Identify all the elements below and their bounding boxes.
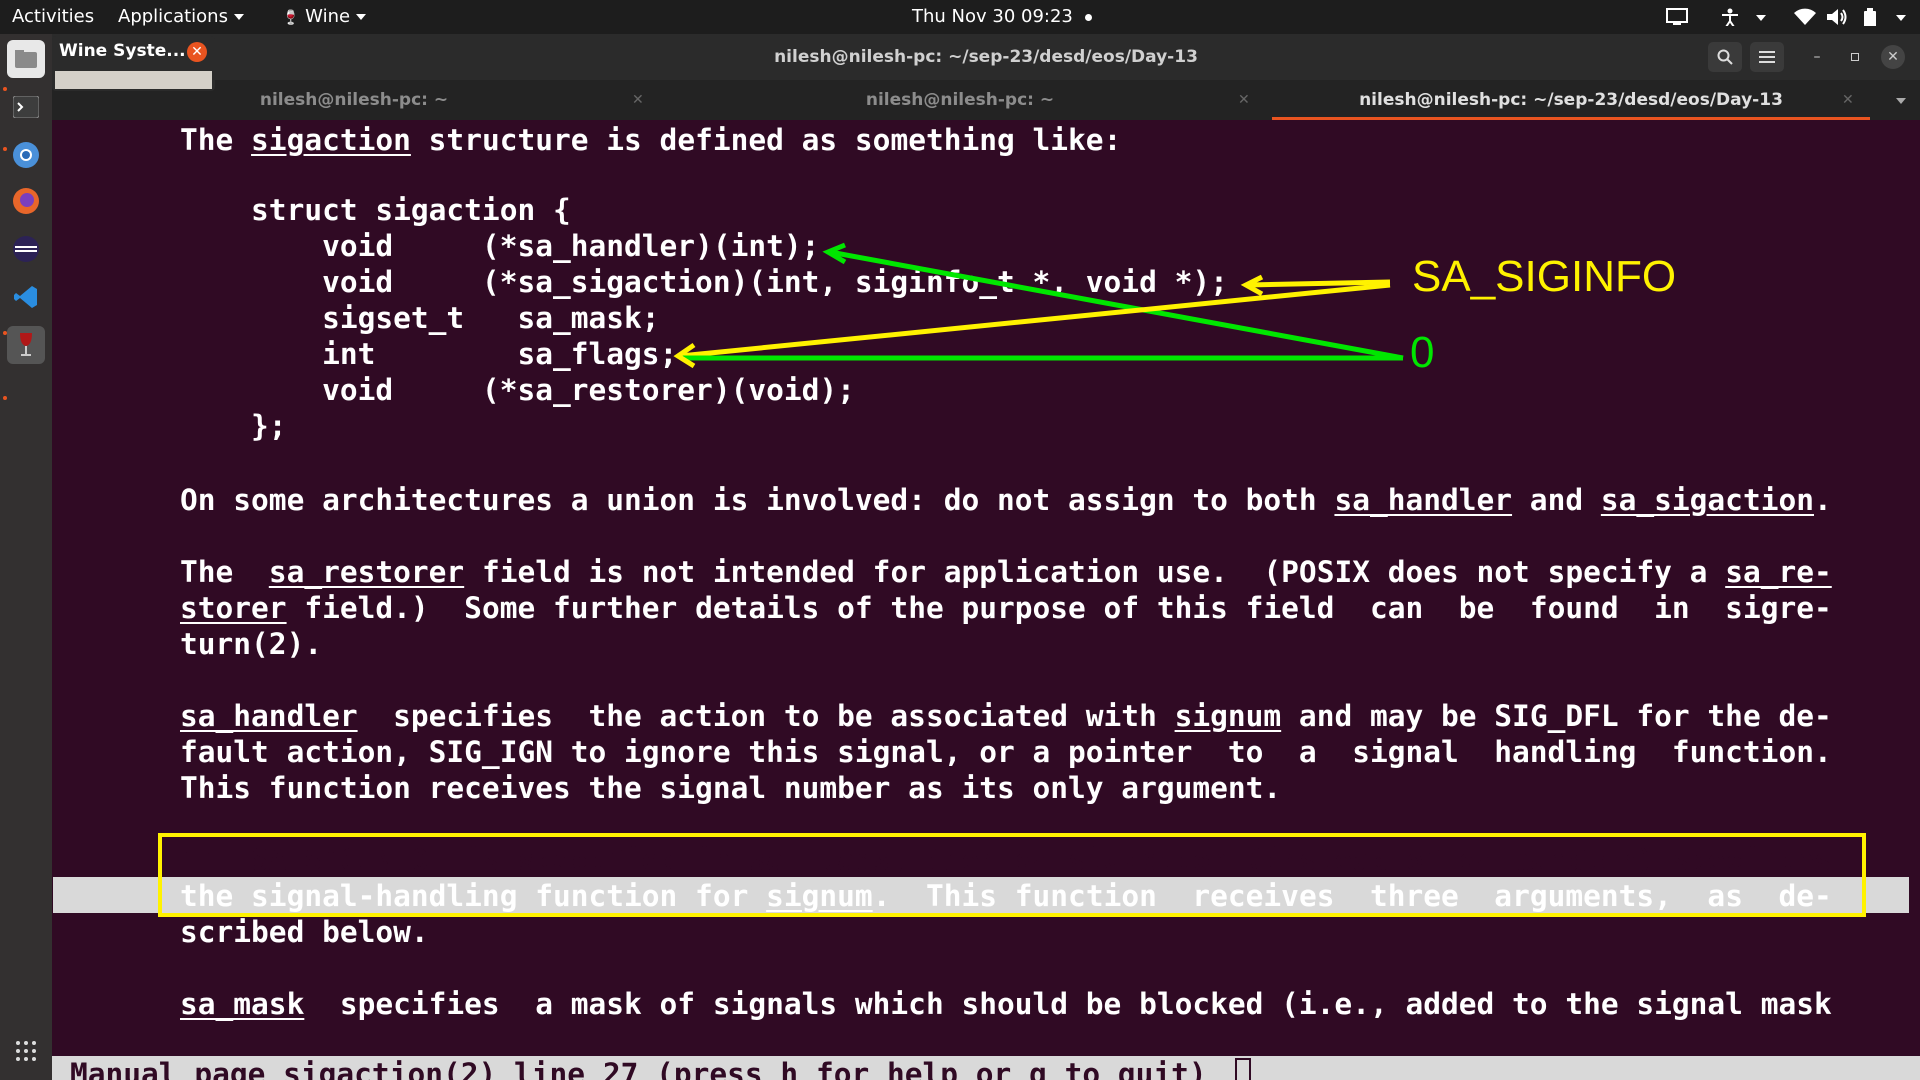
eclipse-icon[interactable] — [7, 230, 45, 268]
wine-app-icon[interactable] — [7, 326, 45, 364]
running-indicator-icon — [3, 331, 7, 335]
tab-day-13[interactable]: nilesh@nilesh-pc: ~/sep-23/desd/eos/Day-… — [1272, 80, 1870, 120]
maximize-button[interactable] — [1843, 45, 1867, 69]
firefox-icon[interactable] — [7, 182, 45, 220]
wifi-icon[interactable] — [1794, 8, 1816, 26]
man-line: void (*sa_sigaction)(int, siginfo_t *, v… — [180, 265, 1228, 299]
chevron-down-icon — [233, 14, 244, 20]
tab-close-icon[interactable]: ✕ — [1238, 92, 1250, 108]
man-line: void (*sa_restorer)(void); — [180, 373, 855, 407]
wine-window-preview[interactable]: Wine Syste... ✕ — [52, 36, 215, 91]
terminal-window: nilesh@nilesh-pc: ~/sep-23/desd/eos/Day-… — [52, 34, 1920, 1080]
man-line: sa_mask specifies a mask of signals whic… — [180, 987, 1832, 1021]
highlight-annotation-box — [158, 833, 1866, 917]
tab-label: nilesh@nilesh-pc: ~/sep-23/desd/eos/Day-… — [1359, 90, 1783, 110]
text-cursor — [1235, 1058, 1251, 1080]
applications-menu[interactable]: Applications — [118, 0, 244, 34]
tab-close-icon[interactable]: ✕ — [1842, 92, 1854, 108]
man-line: int sa_flags; — [180, 337, 678, 371]
tab-home-2[interactable]: nilesh@nilesh-pc: ~ — [656, 80, 1264, 120]
chevron-down-icon[interactable] — [1756, 15, 1766, 21]
volume-icon[interactable] — [1826, 8, 1848, 26]
maximize-icon — [1851, 53, 1859, 61]
battery-icon[interactable] — [1864, 8, 1876, 26]
man-line: scribed below. — [180, 915, 429, 949]
hamburger-icon — [1759, 51, 1775, 63]
search-button[interactable] — [1708, 42, 1742, 72]
title-bar[interactable]: nilesh@nilesh-pc: ~/sep-23/desd/eos/Day-… — [52, 34, 1920, 80]
display-icon[interactable] — [1666, 8, 1688, 26]
chevron-down-icon — [356, 14, 367, 20]
tab-bar: nilesh@nilesh-pc: ~ ✕ nilesh@nilesh-pc: … — [52, 80, 1920, 120]
notification-dot-icon — [1084, 13, 1092, 21]
activities-button[interactable]: Activities — [12, 0, 94, 34]
man-line: On some architectures a union is involve… — [180, 483, 1832, 517]
tab-label: nilesh@nilesh-pc: ~ — [259, 90, 449, 110]
dock — [0, 34, 52, 1080]
wine-menu-label: Wine — [305, 6, 351, 27]
man-line: storer field.) Some further details of t… — [180, 591, 1832, 625]
terminal-app-icon[interactable] — [7, 88, 45, 126]
man-line: void (*sa_handler)(int); — [180, 229, 820, 263]
wine-thumbnail — [55, 71, 212, 89]
files-icon[interactable] — [7, 40, 45, 78]
running-indicator-icon — [3, 396, 7, 400]
applications-label: Applications — [118, 6, 228, 27]
status-text: Manual page sigaction(2) line 27 (press … — [70, 1057, 1207, 1080]
man-line: This function receives the signal number… — [180, 771, 1282, 805]
man-line: struct sigaction { — [180, 193, 571, 227]
clock-label: Thu Nov 30 09:23 — [912, 6, 1073, 27]
man-line: }; — [180, 409, 287, 443]
minimize-button[interactable]: – — [1805, 45, 1829, 69]
tab-list-chevron-icon[interactable] — [1896, 98, 1906, 104]
tab-close-icon[interactable]: ✕ — [632, 92, 644, 108]
clock[interactable]: Thu Nov 30 09:23 — [912, 0, 1092, 34]
close-icon[interactable]: ✕ — [187, 42, 207, 62]
chevron-down-icon[interactable] — [1896, 15, 1906, 21]
wine-glass-icon: 🍷 — [282, 10, 300, 26]
search-icon — [1717, 49, 1733, 65]
chromium-icon[interactable] — [7, 136, 45, 174]
wine-window-title: Wine Syste... — [59, 41, 186, 61]
wine-app-menu[interactable]: 🍷 Wine — [282, 0, 367, 34]
accessibility-icon[interactable] — [1720, 8, 1740, 26]
window-title: nilesh@nilesh-pc: ~/sep-23/desd/eos/Day-… — [774, 47, 1198, 67]
man-line: The sa_restorer field is not intended fo… — [180, 555, 1832, 589]
man-line: sigset_t sa_mask; — [180, 301, 660, 335]
sa-siginfo-annotation: SA_SIGINFO — [1412, 252, 1677, 301]
man-line: fault action, SIG_IGN to ignore this sig… — [180, 735, 1832, 769]
close-button[interactable]: ✕ — [1881, 45, 1905, 69]
zero-annotation: 0 — [1410, 328, 1435, 377]
vscode-icon[interactable] — [7, 278, 45, 316]
pager-status-line: Manual page sigaction(2) line 27 (press … — [52, 1056, 1920, 1080]
menu-button[interactable] — [1750, 42, 1784, 72]
man-line: The sigaction structure is defined as so… — [180, 123, 1122, 157]
tab-label: nilesh@nilesh-pc: ~ — [865, 90, 1055, 110]
running-indicator-icon — [3, 87, 7, 91]
man-line: turn(2). — [180, 627, 323, 661]
top-bar: Activities Applications 🍷 Wine Thu Nov 3… — [0, 0, 1920, 34]
show-apps-grid-icon[interactable] — [7, 1032, 45, 1070]
man-line: sa_handler specifies the action to be as… — [180, 699, 1832, 733]
